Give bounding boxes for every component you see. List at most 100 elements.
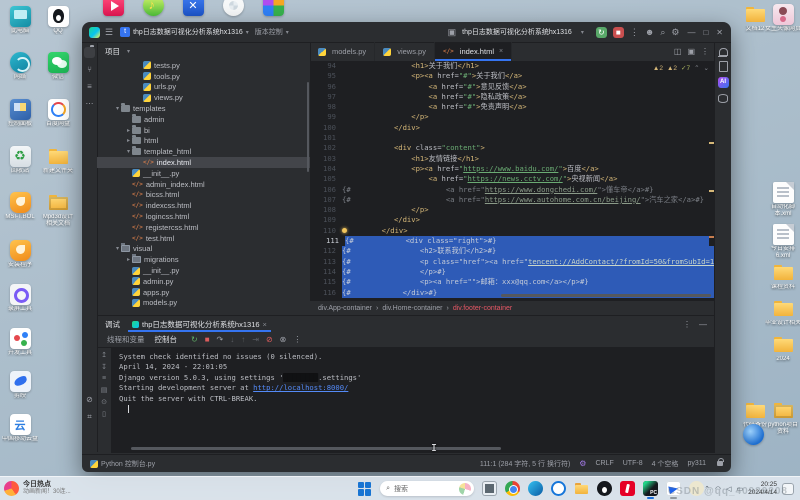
tree-item-tools-py[interactable]: tools.py [97,71,310,82]
tree-item-admin[interactable]: admin [97,114,310,125]
run-config-name[interactable]: thp日志数据可视化分析系统hx1316 [462,27,572,37]
tree-item---init---py[interactable]: __init__.py [97,168,310,179]
status-item[interactable]: 4 个空格 [652,459,679,469]
tree-toggle-icon[interactable]: ▾ [125,148,132,155]
tree-item-tests-py[interactable]: tests.py [97,60,310,71]
taskbar-app-chrome[interactable] [505,481,520,496]
project-name[interactable]: thp日志数据可视化分析系统hx1316 [133,27,243,37]
taskbar-app-taskview[interactable] [482,481,497,496]
pink-video-icon[interactable] [103,0,124,16]
blue-x-icon[interactable] [183,0,204,16]
split-editor-icon[interactable]: ◫ [674,47,682,56]
close-button[interactable]: ✕ [716,28,723,37]
tree-item-bi[interactable]: ▸bi [97,125,310,136]
tree-item-views-py[interactable]: views.py [97,92,310,103]
rerun-icon[interactable]: ↻ [191,335,198,344]
tree-item-html[interactable]: ▸html [97,136,310,147]
folder-ov-icon[interactable] [773,400,794,421]
tree-scrollbar[interactable] [307,82,309,172]
tree-item-models-py[interactable]: models.py [97,298,310,309]
editor-hscrollbar[interactable] [501,294,711,297]
document-tool-icon[interactable] [719,61,728,72]
tab-index-html[interactable]: </>index.html× [435,42,512,61]
teal-swirl-icon[interactable] [10,52,31,73]
orange-shield-icon[interactable] [10,240,31,261]
trash-icon[interactable]: ▯ [97,410,111,418]
next-issue-icon[interactable]: ⌄ [704,64,709,72]
tree-item-indexcss-html[interactable]: </>indexcss.html [97,200,310,211]
dot-icon[interactable]: ⊙ [97,398,111,406]
step-into-icon[interactable]: ↓ [230,335,234,344]
recycle-icon[interactable] [10,146,31,167]
main-menu-icon[interactable]: ☰ [105,27,113,38]
taskbar-app-pycharm[interactable] [643,481,658,496]
console-hscrollbar[interactable] [131,447,501,450]
taskbar-app-red[interactable] [620,481,635,496]
tree-item-admin-py[interactable]: admin.py [97,276,310,287]
folder-desk-icon[interactable] [745,4,766,25]
tree-toggle-icon[interactable]: ▾ [114,105,121,112]
folder-desk-icon[interactable] [745,400,766,421]
tree-toggle-icon[interactable]: ▸ [125,137,132,144]
tab-threads-variables[interactable]: 线程和变量 [107,334,145,345]
more-tools-icon[interactable]: ⋯ [84,98,95,109]
cloud-yun-icon[interactable] [10,414,31,435]
vcs-menu[interactable]: 版本控制 [255,27,283,37]
tree-item-urls-py[interactable]: urls.py [97,82,310,93]
status-left[interactable]: Python 控制台.py [90,459,155,469]
search-everywhere-icon[interactable]: ⌕ [660,27,665,37]
detach-icon[interactable]: ⊗ [280,335,287,344]
rerun-debug-button[interactable]: ↻ [596,27,607,38]
lines-icon[interactable]: ≡ [97,375,111,382]
terminal-tool-icon[interactable]: ⌗ [84,411,95,422]
stop-button[interactable]: ■ [613,27,624,38]
folder-desk-icon[interactable] [48,146,69,167]
taskbar-search[interactable]: ⌕ 搜索 [380,481,474,496]
orange-shield-icon[interactable] [10,192,31,213]
project-tool-icon[interactable] [84,47,95,58]
tree-toggle-icon[interactable]: ▾ [114,245,121,252]
tab-options-icon[interactable]: ⋮ [701,47,709,56]
stop-icon[interactable]: ■ [205,335,210,344]
more-icon[interactable]: ⋮ [293,335,301,344]
wechat-icon[interactable] [48,52,69,73]
project-panel-header[interactable]: 项目 ▾ [97,42,310,60]
blue-panel-icon[interactable] [10,99,31,120]
taskbar-app-circle[interactable] [551,481,566,496]
breadcrumb-item[interactable]: div.App-container [318,305,372,312]
tree-item-bicss-html[interactable]: </>bicss.html [97,190,310,201]
folder-ov-icon[interactable] [48,192,69,213]
debug-console[interactable]: System check identified no issues (0 sil… [111,347,715,453]
tree-item-templates[interactable]: ▾templates [97,103,310,114]
qq-desk-icon[interactable] [48,6,69,27]
pinwheel-icon[interactable] [223,0,244,16]
qq-music-icon[interactable] [143,0,164,16]
tab-close-icon[interactable]: × [499,48,503,55]
debug-session-tab[interactable]: thp日志数据可视化分析系统hx1316 × [128,316,271,332]
prev-issue-icon[interactable]: ⌃ [694,64,699,72]
sphere-icon[interactable] [743,424,764,445]
tree-item-test-html[interactable]: </>test.html [97,233,310,244]
folder-desk-icon[interactable] [773,298,794,319]
tab-close-icon[interactable]: × [263,320,267,329]
hide-panel-icon[interactable]: — [699,320,707,329]
inspection-widget[interactable]: ▲2 ▲2 ✓7 ⌃ ⌄ [653,64,709,72]
step-out-icon[interactable]: ↑ [241,335,245,344]
person-icon[interactable] [773,4,794,25]
breadcrumb-item[interactable]: div.footer-container [453,305,512,312]
debug-tool-icon[interactable]: ⊘ [84,394,95,405]
tree-toggle-icon[interactable]: ▸ [125,256,132,263]
status-item[interactable]: py311 [687,460,706,467]
news-widget[interactable]: 今日热点 动画新闻！30连... [0,481,152,496]
readonly-lock-icon[interactable] [717,461,723,466]
tab-models-py[interactable]: models.py [310,42,375,61]
xmldoc-icon[interactable] [773,224,794,245]
xmldoc-icon[interactable] [773,182,794,203]
step-over-icon[interactable]: ↷ [217,335,224,344]
run-to-cursor-icon[interactable]: ⇥ [252,335,259,344]
tree-item-admin-index-html[interactable]: </>admin_index.html [97,179,310,190]
status-item[interactable]: CRLF [595,460,613,467]
tree-item-migrations[interactable]: ▸migrations [97,254,310,265]
minimize-button[interactable]: — [687,28,695,37]
start-button[interactable] [358,482,372,496]
